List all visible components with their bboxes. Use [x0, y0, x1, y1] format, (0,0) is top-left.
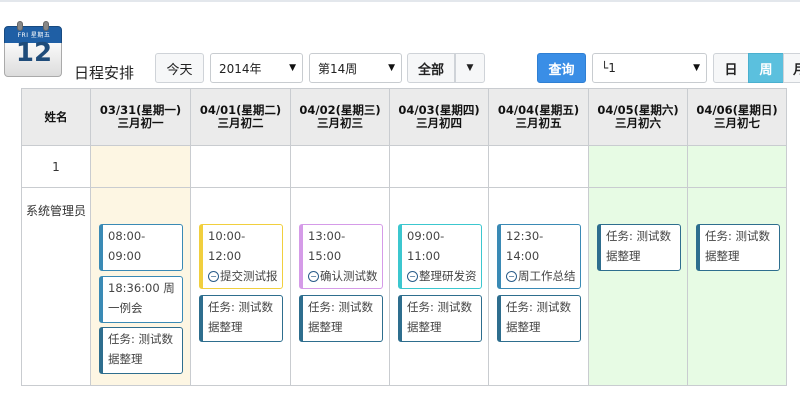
day-cell[interactable]: 09:00-11:00 −整理研发资料 任务: 测试数据整理 [389, 187, 489, 386]
task-card[interactable]: 任务: 测试数据整理 [299, 295, 383, 342]
minus-circle-icon: − [407, 271, 418, 282]
day-header-date: 04/02(星期三) [299, 103, 381, 117]
query-button[interactable]: 查询 [537, 53, 586, 83]
event-card[interactable]: 09:00-11:00 −整理研发资料 [398, 224, 482, 289]
minus-circle-icon: − [308, 271, 319, 282]
week-select[interactable]: 第14周 ▼ [309, 53, 402, 83]
day-header-date: 04/03(星期四) [398, 103, 480, 117]
minus-circle-icon: − [506, 271, 517, 282]
day-header-thu: 04/03(星期四) 三月初四 [389, 88, 489, 146]
caret-down-icon: ▼ [466, 63, 474, 73]
page-title: 日程安排 [74, 64, 135, 82]
schedule-table: 姓名 03/31(星期一) 三月初一 04/01(星期二) 三月初二 04/02(星… [21, 88, 787, 386]
row-name-cell: 系统管理员 [21, 187, 91, 386]
day-cell[interactable] [488, 145, 589, 188]
day-cell[interactable] [588, 145, 688, 188]
day-header-tue: 04/01(星期二) 三月初二 [190, 88, 291, 146]
task-card[interactable]: 任务: 测试数据整理 [597, 224, 681, 271]
event-title: 提交测试报告 [220, 269, 278, 283]
task-card[interactable]: 任务: 测试数据整理 [696, 224, 780, 271]
minus-circle-icon: − [208, 271, 219, 282]
day-cell[interactable]: 任务: 测试数据整理 [588, 187, 688, 386]
event-title: 18:36:00 周一例会 [108, 281, 175, 315]
event-time: 13:00-15:00 [308, 229, 346, 263]
event-title: 整理研发资料 [419, 269, 477, 283]
task-title: 任务: 测试数据整理 [308, 300, 374, 334]
today-button[interactable]: 今天 [155, 53, 204, 83]
task-title: 任务: 测试数据整理 [506, 300, 572, 334]
day-cell[interactable]: 12:30-14:00 − 周工作总结 任务: 测试数据整理 [488, 187, 589, 386]
event-time: 09:00-11:00 [407, 229, 445, 263]
event-title: 确认测试数据 [320, 269, 378, 283]
day-header-sat: 04/05(星期六) 三月初六 [588, 88, 688, 146]
task-title: 任务: 测试数据整理 [108, 332, 174, 366]
task-card[interactable]: 任务: 测试数据整理 [199, 295, 283, 342]
view-day-button[interactable]: 日 [713, 53, 749, 83]
day-header-date: 04/05(星期六) [597, 103, 679, 117]
event-time: 12:30-14:00 [506, 229, 544, 263]
day-cell[interactable]: 任务: 测试数据整理 [687, 187, 787, 386]
day-header-mon: 03/31(星期一) 三月初一 [90, 88, 191, 146]
event-card[interactable]: 13:00-15:00 −确认测试数据 [299, 224, 383, 289]
day-header-lunar: 三月初七 [714, 116, 760, 130]
calendar-icon: FRI 星期五 12 [4, 20, 62, 78]
day-header-date: 04/01(星期二) [199, 103, 282, 117]
day-cell[interactable]: 10:00-12:00 −提交测试报告 任务: 测试数据整理 [190, 187, 291, 386]
chevron-down-icon: ▼ [289, 63, 296, 73]
name-column-header: 姓名 [21, 88, 91, 146]
view-month-button[interactable]: 月 [783, 53, 800, 83]
task-card[interactable]: 任务: 测试数据整理 [497, 295, 581, 342]
event-title: 例会 [120, 269, 143, 270]
event-card[interactable]: 10:00-12:00 −提交测试报告 [199, 224, 283, 289]
day-header-fri: 04/04(星期五) 三月初五 [488, 88, 589, 146]
day-cell[interactable] [290, 145, 390, 188]
top-border [0, 0, 800, 2]
day-header-wed: 04/02(星期三) 三月初三 [290, 88, 390, 146]
event-title: 周工作总结 [518, 269, 576, 283]
task-title: 任务: 测试数据整理 [705, 229, 771, 263]
day-header-lunar: 三月初二 [217, 116, 264, 130]
day-cell[interactable]: 08:00-09:00 i例会 18:36:00 周一例会 任务: 测试数据整理 [90, 187, 191, 386]
task-card[interactable]: 任务: 测试数据整理 [398, 295, 482, 342]
day-header-lunar: 三月初一 [117, 116, 164, 130]
day-cell[interactable]: 13:00-15:00 −确认测试数据 任务: 测试数据整理 [290, 187, 390, 386]
day-header-date: 04/06(星期日) [696, 103, 778, 117]
task-card[interactable]: 任务: 测试数据整理 [99, 327, 183, 374]
row-name-cell: 1 [21, 145, 91, 188]
day-header-date: 03/31(星期一) [99, 103, 182, 117]
day-cell[interactable] [190, 145, 291, 188]
day-header-lunar: 三月初四 [416, 116, 462, 130]
event-card[interactable]: 12:30-14:00 − 周工作总结 [497, 224, 581, 289]
table-row: 系统管理员 08:00-09:00 i例会 18:36:00 周一例会 任务: … [21, 187, 787, 386]
week-select-value: 第14周 [318, 61, 358, 76]
task-title: 任务: 测试数据整理 [208, 300, 274, 334]
table-row: 1 [21, 145, 787, 188]
user-select-value: └1 [601, 61, 616, 75]
view-week-button[interactable]: 周 [748, 53, 784, 83]
user-select[interactable]: └1 ▼ [592, 53, 707, 83]
day-header-date: 04/04(星期五) [497, 103, 580, 117]
day-header-lunar: 三月初五 [515, 116, 562, 130]
chevron-down-icon: ▼ [693, 63, 700, 73]
task-title: 任务: 测试数据整理 [407, 300, 473, 334]
day-cell[interactable] [90, 145, 191, 188]
day-header-lunar: 三月初三 [317, 116, 363, 130]
day-header-lunar: 三月初六 [615, 116, 661, 130]
event-time: 08:00-09:00 [108, 229, 146, 263]
filter-dropdown-button[interactable]: ▼ [455, 53, 485, 83]
day-cell[interactable] [687, 145, 787, 188]
task-title: 任务: 测试数据整理 [606, 229, 672, 263]
event-card[interactable]: 08:00-09:00 i例会 [99, 224, 183, 271]
day-header-sun: 04/06(星期日) 三月初七 [687, 88, 787, 146]
day-cell[interactable] [389, 145, 489, 188]
filter-all-button[interactable]: 全部 [407, 53, 455, 83]
calendar-icon-day: 12 [15, 38, 53, 68]
event-card[interactable]: 18:36:00 周一例会 [99, 276, 183, 323]
year-select-value: 2014年 [219, 61, 262, 76]
chevron-down-icon: ▼ [388, 63, 395, 73]
event-time: 10:00-12:00 [208, 229, 246, 263]
year-select[interactable]: 2014年 ▼ [210, 53, 303, 83]
table-header-row: 姓名 03/31(星期一) 三月初一 04/01(星期二) 三月初二 04/02(星… [21, 88, 787, 146]
